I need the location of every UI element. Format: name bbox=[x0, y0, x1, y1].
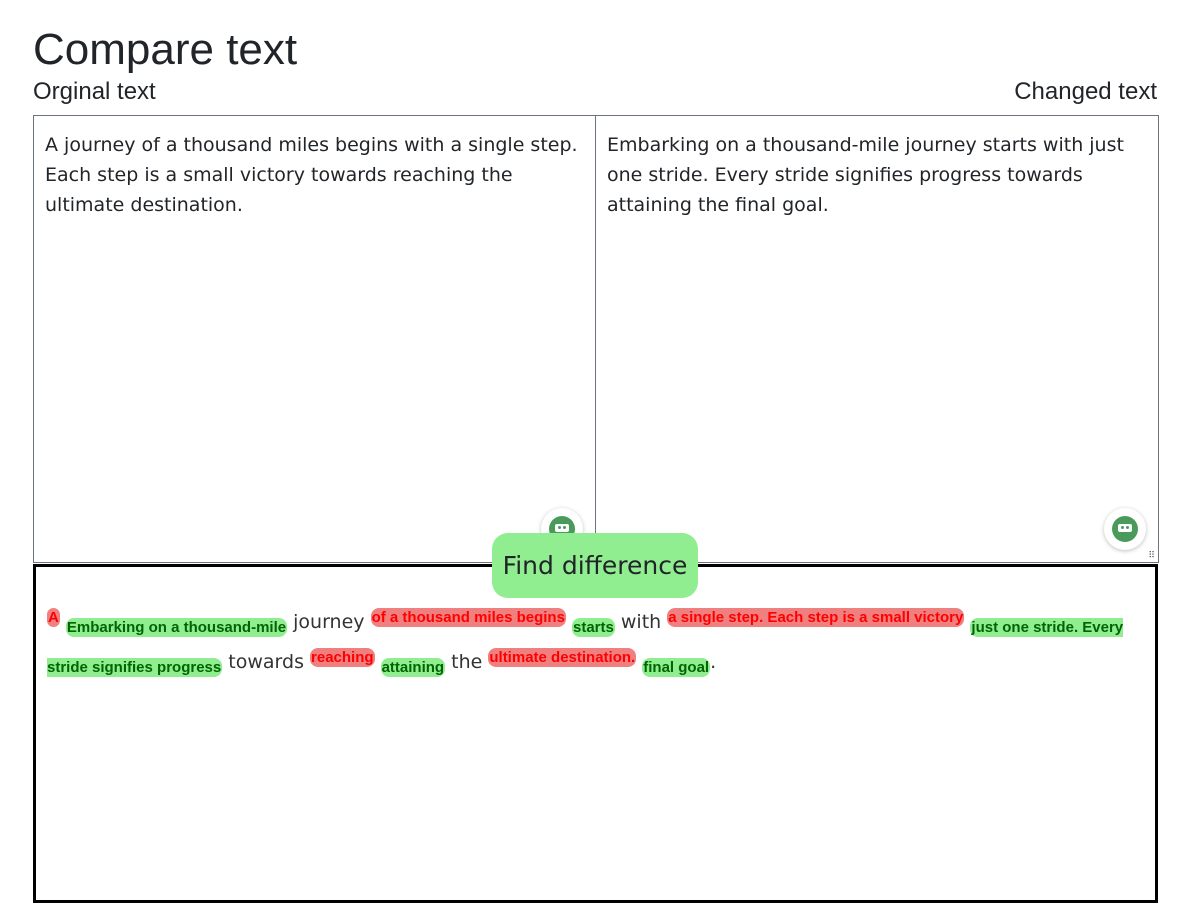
resize-grip-icon[interactable]: ⠿ bbox=[1148, 551, 1155, 560]
unchanged-segment bbox=[375, 651, 381, 673]
grammar-bot-icon[interactable] bbox=[1104, 508, 1146, 550]
deleted-segment: a single step. Each step is a small vict… bbox=[667, 608, 965, 627]
deleted-segment: of a thousand miles begins bbox=[370, 608, 566, 627]
compare-text-page: Compare text Orginal text Changed text A… bbox=[0, 0, 1192, 920]
inserted-segment: attaining bbox=[380, 658, 446, 677]
find-difference-button[interactable]: Find difference bbox=[492, 533, 698, 598]
unchanged-segment: journey bbox=[287, 611, 371, 633]
deleted-segment: reaching bbox=[310, 648, 375, 667]
deleted-segment: A bbox=[47, 608, 60, 627]
diff-result-panel: A Embarking on a thousand-mile journey o… bbox=[33, 564, 1158, 903]
changed-text-label: Changed text bbox=[1014, 78, 1157, 105]
deleted-segment: ultimate destination. bbox=[488, 648, 637, 667]
unchanged-segment bbox=[60, 611, 66, 633]
original-text-panel: A journey of a thousand miles begins wit… bbox=[33, 115, 596, 563]
diff-output: A Embarking on a thousand-mile journey o… bbox=[47, 603, 1144, 683]
unchanged-segment: the bbox=[445, 651, 489, 673]
original-text-label: Orginal text bbox=[33, 78, 156, 105]
inserted-segment: Embarking on a thousand-mile bbox=[65, 618, 288, 637]
inserted-segment: starts bbox=[571, 618, 615, 637]
bot-face-icon bbox=[1112, 516, 1138, 542]
unchanged-segment: towards bbox=[222, 651, 311, 673]
unchanged-segment: with bbox=[614, 611, 668, 633]
unchanged-segment: . bbox=[710, 651, 717, 673]
changed-text-panel: Embarking on a thousand-mile journey sta… bbox=[595, 115, 1159, 563]
original-text-input[interactable]: A journey of a thousand miles begins wit… bbox=[34, 116, 595, 562]
inserted-segment: final goal bbox=[642, 658, 711, 677]
page-title: Compare text bbox=[33, 25, 298, 74]
changed-text-input[interactable]: Embarking on a thousand-mile journey sta… bbox=[596, 116, 1158, 562]
